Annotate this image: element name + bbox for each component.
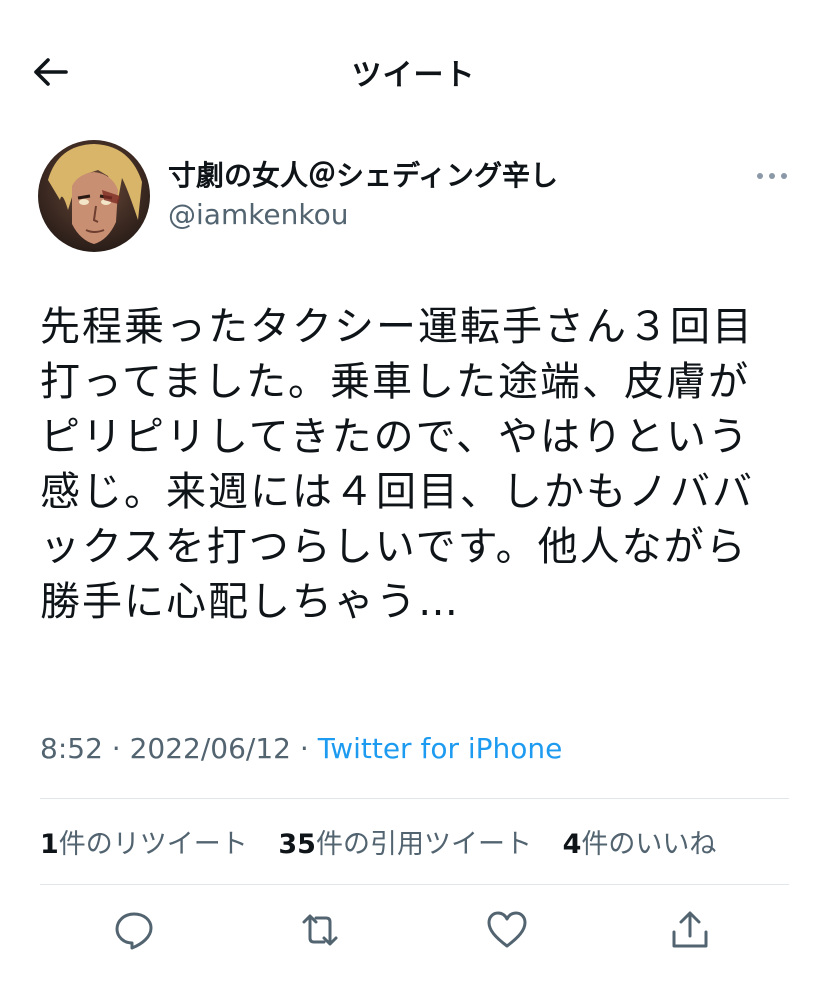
likes-label: 件のいいね xyxy=(581,829,717,860)
retweet-icon xyxy=(302,914,338,946)
tweet-source-link[interactable]: Twitter for iPhone xyxy=(318,732,563,765)
engagement-stats: 1件のリツイート 35件の引用ツイート 4件のいいね xyxy=(40,822,738,861)
retweet-button[interactable] xyxy=(298,908,342,952)
quotes-label: 件の引用ツイート xyxy=(315,829,532,860)
likes-stat[interactable]: 4件のいいね xyxy=(563,822,717,861)
retweets-label: 件のリツイート xyxy=(58,829,248,860)
author-display-name[interactable]: 寸劇の女人＠シェディング辛し xyxy=(168,154,558,194)
divider xyxy=(40,798,789,799)
share-icon xyxy=(672,911,708,948)
more-options-button[interactable] xyxy=(752,164,792,188)
likes-count: 4 xyxy=(562,829,582,860)
tweet-text-line: 先程乗ったタクシー運転手さん３回目 xyxy=(40,304,754,350)
reply-icon xyxy=(115,912,153,950)
meta-separator: · xyxy=(111,732,121,765)
page-title: ツイート xyxy=(351,58,476,93)
share-button[interactable] xyxy=(668,908,712,952)
quotes-stat[interactable]: 35件の引用ツイート xyxy=(278,822,532,861)
reply-button[interactable] xyxy=(112,908,156,952)
tweet-text-line: 勝手に心配しちゃう… xyxy=(40,579,460,625)
tweet-text-line: ピリピリしてきたので、やはりという xyxy=(40,414,750,460)
quotes-count: 35 xyxy=(278,829,316,860)
ellipsis-icon xyxy=(757,173,787,179)
author-handle[interactable]: @iamkenkou xyxy=(168,198,349,231)
avatar-image xyxy=(38,140,150,252)
tweet-text-line: 打ってました。乗車した途端、皮膚が xyxy=(40,359,750,405)
tweet-date[interactable]: 2022/06/12 xyxy=(130,732,291,765)
avatar[interactable] xyxy=(38,140,150,252)
meta-separator: · xyxy=(299,732,309,765)
tweet-time[interactable]: 8:52 xyxy=(40,732,103,765)
tweet-text-line: 感じ。来週には４回目、しかもノババ xyxy=(40,469,754,515)
retweets-count: 1 xyxy=(40,829,59,860)
heart-icon xyxy=(487,911,527,948)
like-button[interactable] xyxy=(485,908,529,952)
tweet-text-line: ックスを打つらしいです。他人ながら xyxy=(40,524,748,570)
tweet-text: 先程乗ったタクシー運転手さん３回目 打ってました。乗車した途端、皮膚が ピリピリ… xyxy=(40,300,800,630)
divider xyxy=(40,884,789,885)
tweet-meta: 8:52 · 2022/06/12 · Twitter for iPhone xyxy=(40,732,562,765)
retweets-stat[interactable]: 1件のリツイート xyxy=(40,822,248,861)
top-bar: ツイート xyxy=(0,0,827,140)
